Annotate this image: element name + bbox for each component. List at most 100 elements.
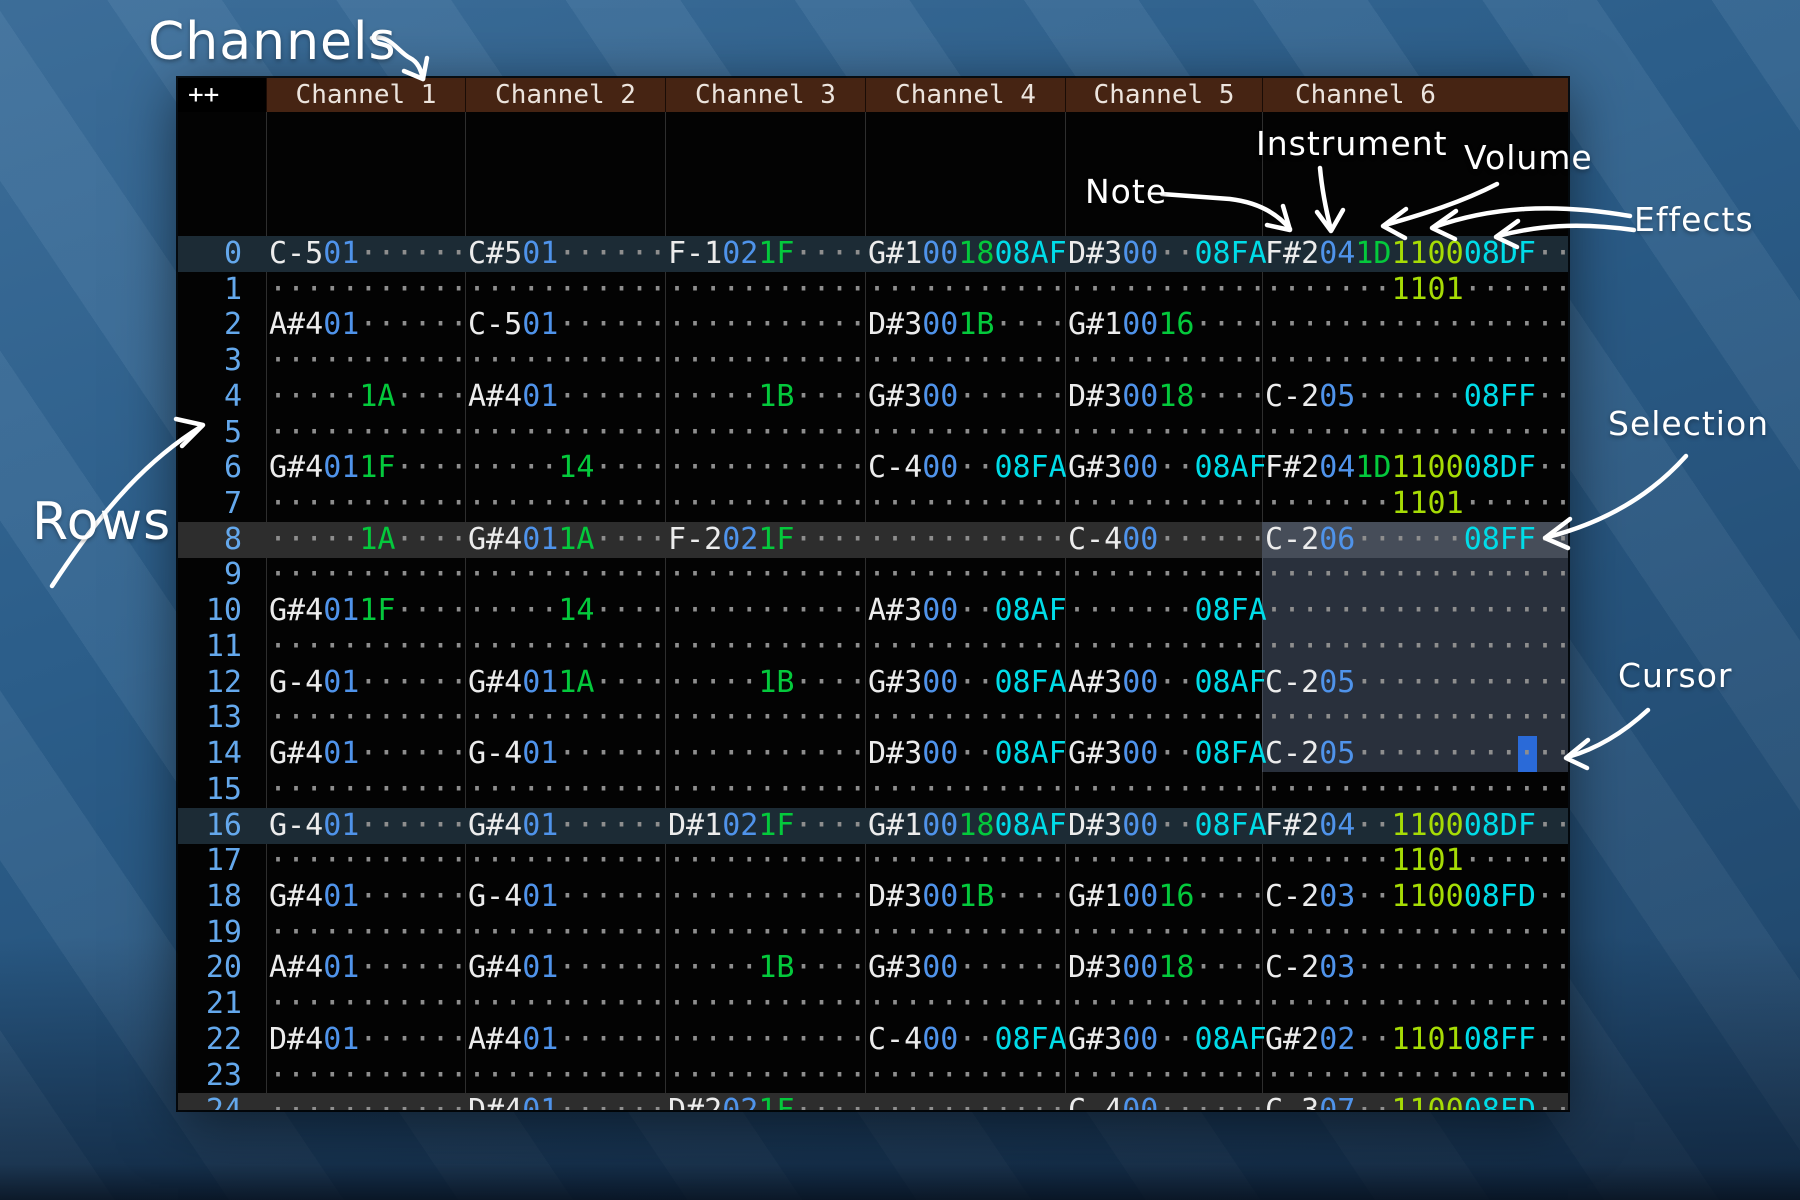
pattern-cell-ch5[interactable]: G#300··08FA — [1065, 736, 1267, 772]
pattern-cell-ch1[interactable]: G-401······ — [266, 665, 468, 701]
pattern-cell-ch6[interactable]: C-205············ — [1262, 736, 1568, 772]
pattern-cell-ch6[interactable]: ················· — [1262, 593, 1568, 629]
pattern-cell-ch1[interactable]: G#4011F···· — [266, 450, 468, 486]
pattern-cell-ch4[interactable]: ··········· — [865, 1093, 1067, 1110]
pattern-cell-ch4[interactable]: ··········· — [865, 522, 1067, 558]
pattern-cell-ch6[interactable]: ················· — [1262, 700, 1568, 736]
pattern-cell-ch1[interactable]: G#401······ — [266, 879, 468, 915]
pattern-cell-ch3[interactable]: ··········· — [665, 343, 867, 379]
pattern-cell-ch1[interactable]: ··········· — [266, 415, 468, 451]
pattern-cell-ch2[interactable]: C#501······ — [465, 236, 667, 272]
pattern-cell-ch2[interactable]: ··········· — [465, 843, 667, 879]
pattern-cell-ch6[interactable]: ················· — [1262, 772, 1568, 808]
pattern-cell-ch2[interactable]: ··········· — [465, 415, 667, 451]
pattern-cell-ch5[interactable]: ··········· — [1065, 343, 1267, 379]
pattern-cell-ch1[interactable]: C-501······ — [266, 236, 468, 272]
pattern-cell-ch3[interactable]: ··········· — [665, 486, 867, 522]
pattern-cell-ch5[interactable]: D#300··08FA — [1065, 236, 1267, 272]
pattern-cell-ch2[interactable]: ··········· — [465, 986, 667, 1022]
pattern-cell-ch2[interactable]: ··········· — [465, 343, 667, 379]
pattern-cell-ch1[interactable]: ··········· — [266, 1093, 468, 1110]
pattern-cell-ch3[interactable]: ·····1B···· — [665, 665, 867, 701]
pattern-cell-ch1[interactable]: A#401······ — [266, 950, 468, 986]
pattern-cell-ch4[interactable]: D#3001B···· — [865, 879, 1067, 915]
pattern-cell-ch2[interactable]: ··········· — [465, 915, 667, 951]
pattern-cell-ch5[interactable]: ··········· — [1065, 557, 1267, 593]
pattern-cell-ch4[interactable]: G#300······ — [865, 379, 1067, 415]
pattern-cell-ch3[interactable]: ··········· — [665, 700, 867, 736]
pattern-cell-ch4[interactable]: G#1001808AF — [865, 236, 1067, 272]
header-corner-button[interactable]: ++ — [178, 78, 266, 112]
pattern-cell-ch4[interactable]: ··········· — [865, 1058, 1067, 1094]
pattern-cell-ch4[interactable]: ··········· — [865, 486, 1067, 522]
pattern-cell-ch3[interactable]: F-1021F···· — [665, 236, 867, 272]
pattern-cell-ch2[interactable]: G#4011A···· — [465, 665, 667, 701]
pattern-cell-ch1[interactable]: ··········· — [266, 486, 468, 522]
pattern-cell-ch2[interactable]: G#401······ — [465, 808, 667, 844]
pattern-cell-ch5[interactable]: C-400······ — [1065, 522, 1267, 558]
pattern-cell-ch1[interactable]: G#4011F···· — [266, 593, 468, 629]
pattern-cell-ch3[interactable]: D#1021F···· — [665, 808, 867, 844]
pattern-cell-ch4[interactable]: G#300······ — [865, 950, 1067, 986]
pattern-cell-ch1[interactable]: ··········· — [266, 272, 468, 308]
pattern-cell-ch3[interactable]: ··········· — [665, 415, 867, 451]
pattern-cell-ch5[interactable]: D#30018···· — [1065, 950, 1267, 986]
pattern-cell-ch2[interactable]: ··········· — [465, 486, 667, 522]
pattern-cell-ch3[interactable]: F-2021F···· — [665, 522, 867, 558]
pattern-cell-ch4[interactable]: ··········· — [865, 843, 1067, 879]
pattern-cell-ch4[interactable]: ··········· — [865, 629, 1067, 665]
pattern-cell-ch5[interactable]: ··········· — [1065, 700, 1267, 736]
pattern-cell-ch1[interactable]: ··········· — [266, 343, 468, 379]
pattern-cell-ch5[interactable]: ··········· — [1065, 772, 1267, 808]
pattern-cell-ch3[interactable]: ··········· — [665, 272, 867, 308]
pattern-cell-ch4[interactable]: D#300··08AF — [865, 736, 1067, 772]
pattern-cell-ch3[interactable]: ··········· — [665, 843, 867, 879]
pattern-cell-ch5[interactable]: G#300··08AF — [1065, 1022, 1267, 1058]
pattern-cell-ch1[interactable]: ·····1A···· — [266, 379, 468, 415]
pattern-cell-ch6[interactable]: C-203··110008FD·· — [1262, 879, 1568, 915]
pattern-cell-ch3[interactable]: ··········· — [665, 1058, 867, 1094]
pattern-cell-ch5[interactable]: ··········· — [1065, 1058, 1267, 1094]
pattern-cell-ch4[interactable]: A#300··08AF — [865, 593, 1067, 629]
pattern-cell-ch6[interactable]: ················· — [1262, 415, 1568, 451]
pattern-cell-ch4[interactable]: C-400··08FA — [865, 450, 1067, 486]
pattern-cell-ch2[interactable]: ·····14···· — [465, 593, 667, 629]
pattern-cell-ch3[interactable]: ··········· — [665, 450, 867, 486]
pattern-cell-ch6[interactable]: ················· — [1262, 343, 1568, 379]
pattern-cell-ch5[interactable]: D#300··08FA — [1065, 808, 1267, 844]
pattern-cell-ch4[interactable]: C-400··08FA — [865, 1022, 1067, 1058]
pattern-cell-ch2[interactable]: C-501······ — [465, 307, 667, 343]
pattern-cell-ch1[interactable]: ·····1A···· — [266, 522, 468, 558]
pattern-cell-ch4[interactable]: ··········· — [865, 557, 1067, 593]
pattern-cell-ch2[interactable]: G-401······ — [465, 736, 667, 772]
pattern-cell-ch4[interactable]: ··········· — [865, 343, 1067, 379]
pattern-cell-ch4[interactable]: D#3001B···· — [865, 307, 1067, 343]
pattern-cell-ch2[interactable]: ··········· — [465, 700, 667, 736]
pattern-cell-ch1[interactable]: D#401······ — [266, 1022, 468, 1058]
pattern-cell-ch6[interactable]: C-307··110008FD·· — [1262, 1093, 1568, 1110]
pattern-cell-ch6[interactable]: C-205······08FF·· — [1262, 379, 1568, 415]
pattern-cell-ch2[interactable]: D#401······ — [465, 1093, 667, 1110]
pattern-cell-ch6[interactable]: C-206······08FF·· — [1262, 522, 1568, 558]
pattern-cell-ch6[interactable]: F#204··110008DF·· — [1262, 808, 1568, 844]
pattern-cell-ch3[interactable]: ··········· — [665, 557, 867, 593]
pattern-cell-ch4[interactable]: G#1001808AF — [865, 808, 1067, 844]
header-channel-5[interactable]: Channel 5 — [1065, 78, 1262, 112]
header-channel-2[interactable]: Channel 2 — [465, 78, 665, 112]
pattern-cell-ch2[interactable]: G-401······ — [465, 879, 667, 915]
pattern-cell-ch5[interactable]: ·······08FA — [1065, 593, 1267, 629]
pattern-cell-ch6[interactable]: ·······1101······ — [1262, 843, 1568, 879]
pattern-cell-ch5[interactable]: G#10016···· — [1065, 307, 1267, 343]
pattern-cell-ch5[interactable]: ··········· — [1065, 986, 1267, 1022]
header-channel-1[interactable]: Channel 1 — [266, 78, 465, 112]
header-channel-4[interactable]: Channel 4 — [865, 78, 1065, 112]
pattern-cell-ch6[interactable]: C-203············ — [1262, 950, 1568, 986]
pattern-cell-ch6[interactable]: F#2041D110008DF·· — [1262, 236, 1568, 272]
pattern-cell-ch3[interactable]: ··········· — [665, 879, 867, 915]
pattern-cell-ch5[interactable]: ··········· — [1065, 843, 1267, 879]
pattern-cell-ch5[interactable]: C-400······ — [1065, 1093, 1267, 1110]
pattern-cell-ch5[interactable]: ··········· — [1065, 415, 1267, 451]
pattern-cell-ch2[interactable]: ··········· — [465, 629, 667, 665]
pattern-cell-ch5[interactable]: G#300··08AF — [1065, 450, 1267, 486]
pattern-cell-ch5[interactable]: ··········· — [1065, 629, 1267, 665]
